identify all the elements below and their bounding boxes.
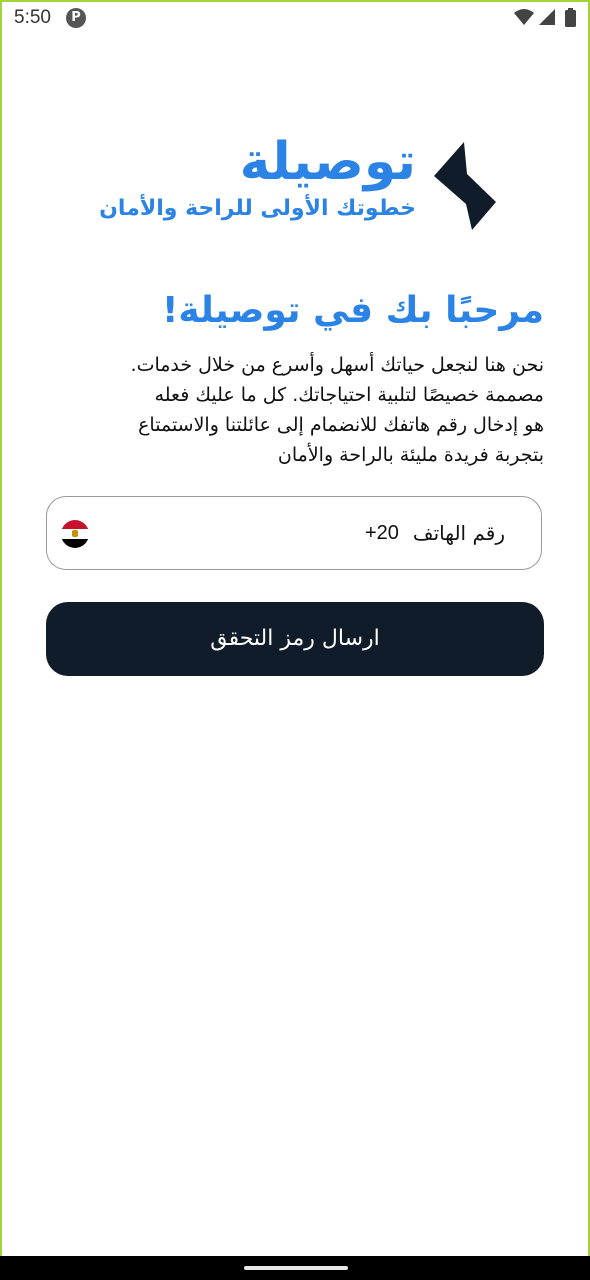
status-bar: 5:50 P <box>0 0 590 36</box>
app-logo: توصيلة خطوتك الأولى للراحة والأمان <box>99 130 500 240</box>
description-line: مصممة خصيصًا لتلبية احتياجاتك. كل ما علي… <box>154 384 544 406</box>
phone-field-label: رقم الهاتف <box>412 521 505 545</box>
home-gesture-handle[interactable] <box>244 1266 348 1270</box>
description-line: هو إدخال رقم هاتفك للانضمام إلى عائلتنا … <box>138 414 544 436</box>
description-line: نحن هنا لنجعل حياتك أسهل وأسرع من خلال خ… <box>130 354 544 376</box>
welcome-description: نحن هنا لنجعل حياتك أسهل وأسرع من خلال خ… <box>48 350 544 470</box>
status-time: 5:50 <box>14 7 51 28</box>
logo-tagline: خطوتك الأولى للراحة والأمان <box>99 196 416 221</box>
navigation-bar <box>0 1256 590 1280</box>
wifi-icon <box>514 9 534 25</box>
signal-icon <box>539 9 555 25</box>
lightning-bolt-icon <box>434 142 496 230</box>
country-code[interactable]: +20 <box>365 522 399 545</box>
welcome-title: مرحبًا بك في توصيلة! <box>162 290 544 331</box>
send-verification-code-button[interactable]: ارسال رمز التحقق <box>46 602 544 676</box>
logo-title: توصيلة <box>239 132 416 192</box>
battery-icon <box>565 8 576 27</box>
phone-number-field[interactable]: رقم الهاتف +20 <box>46 496 542 570</box>
description-line: بتجربة فريدة مليئة بالراحة والأمان <box>277 444 544 466</box>
egypt-flag-icon[interactable] <box>61 520 89 548</box>
app-notification-icon: P <box>66 8 86 28</box>
